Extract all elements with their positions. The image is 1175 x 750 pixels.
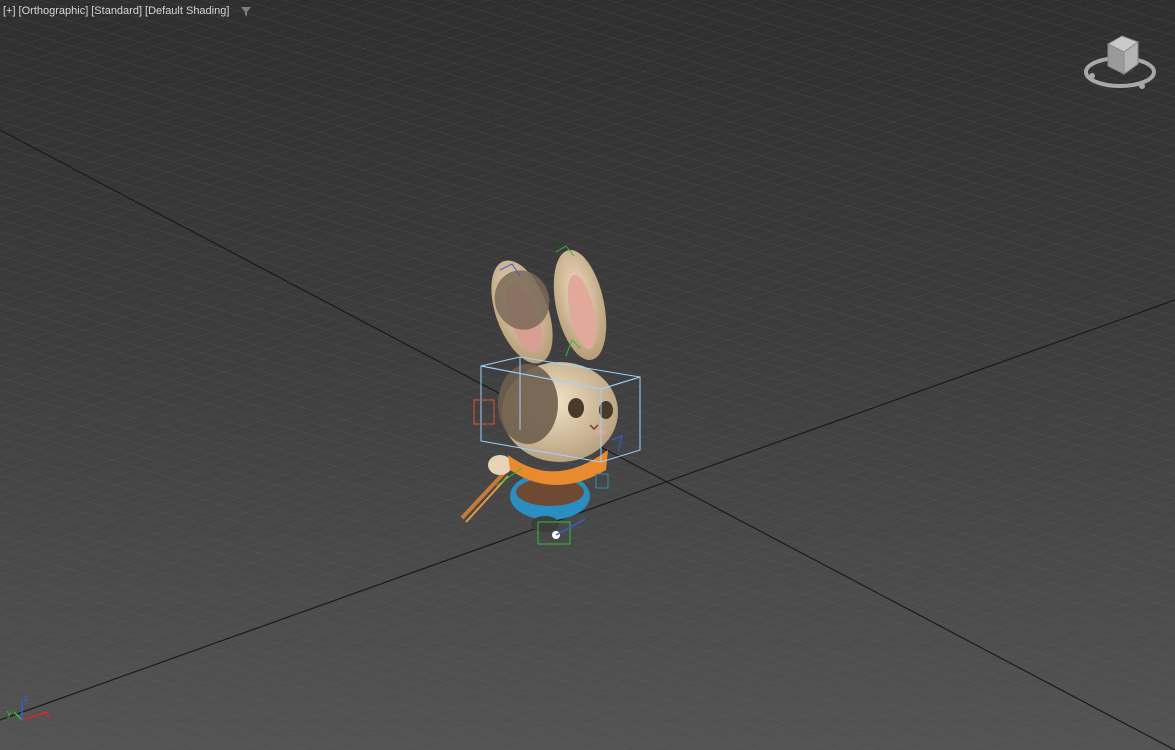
perspective-viewport[interactable]: [+] [Orthographic] [Standard] [Default S… — [0, 0, 1175, 750]
axis-x-label: x — [46, 710, 51, 720]
axis-y-line — [13, 711, 23, 721]
axis-tripod: x y z — [7, 693, 51, 721]
viewport-standard-menu[interactable]: [Standard] — [91, 5, 142, 17]
axis-z-label: z — [24, 693, 29, 703]
filter-funnel-icon[interactable] — [240, 5, 252, 17]
viewcube-icon[interactable] — [1082, 30, 1158, 96]
axis-x-line — [21, 711, 49, 721]
viewport-label-menu: [+] [Orthographic] [Standard] [Default S… — [3, 5, 252, 17]
viewport-point-of-view-menu[interactable]: [Orthographic] — [19, 5, 89, 17]
viewport-scene[interactable] — [0, 0, 1175, 750]
viewport-shading-menu[interactable]: [Default Shading] — [145, 5, 229, 17]
viewport-general-menu[interactable]: [+] — [3, 5, 16, 17]
axis-y-label: y — [7, 708, 12, 718]
